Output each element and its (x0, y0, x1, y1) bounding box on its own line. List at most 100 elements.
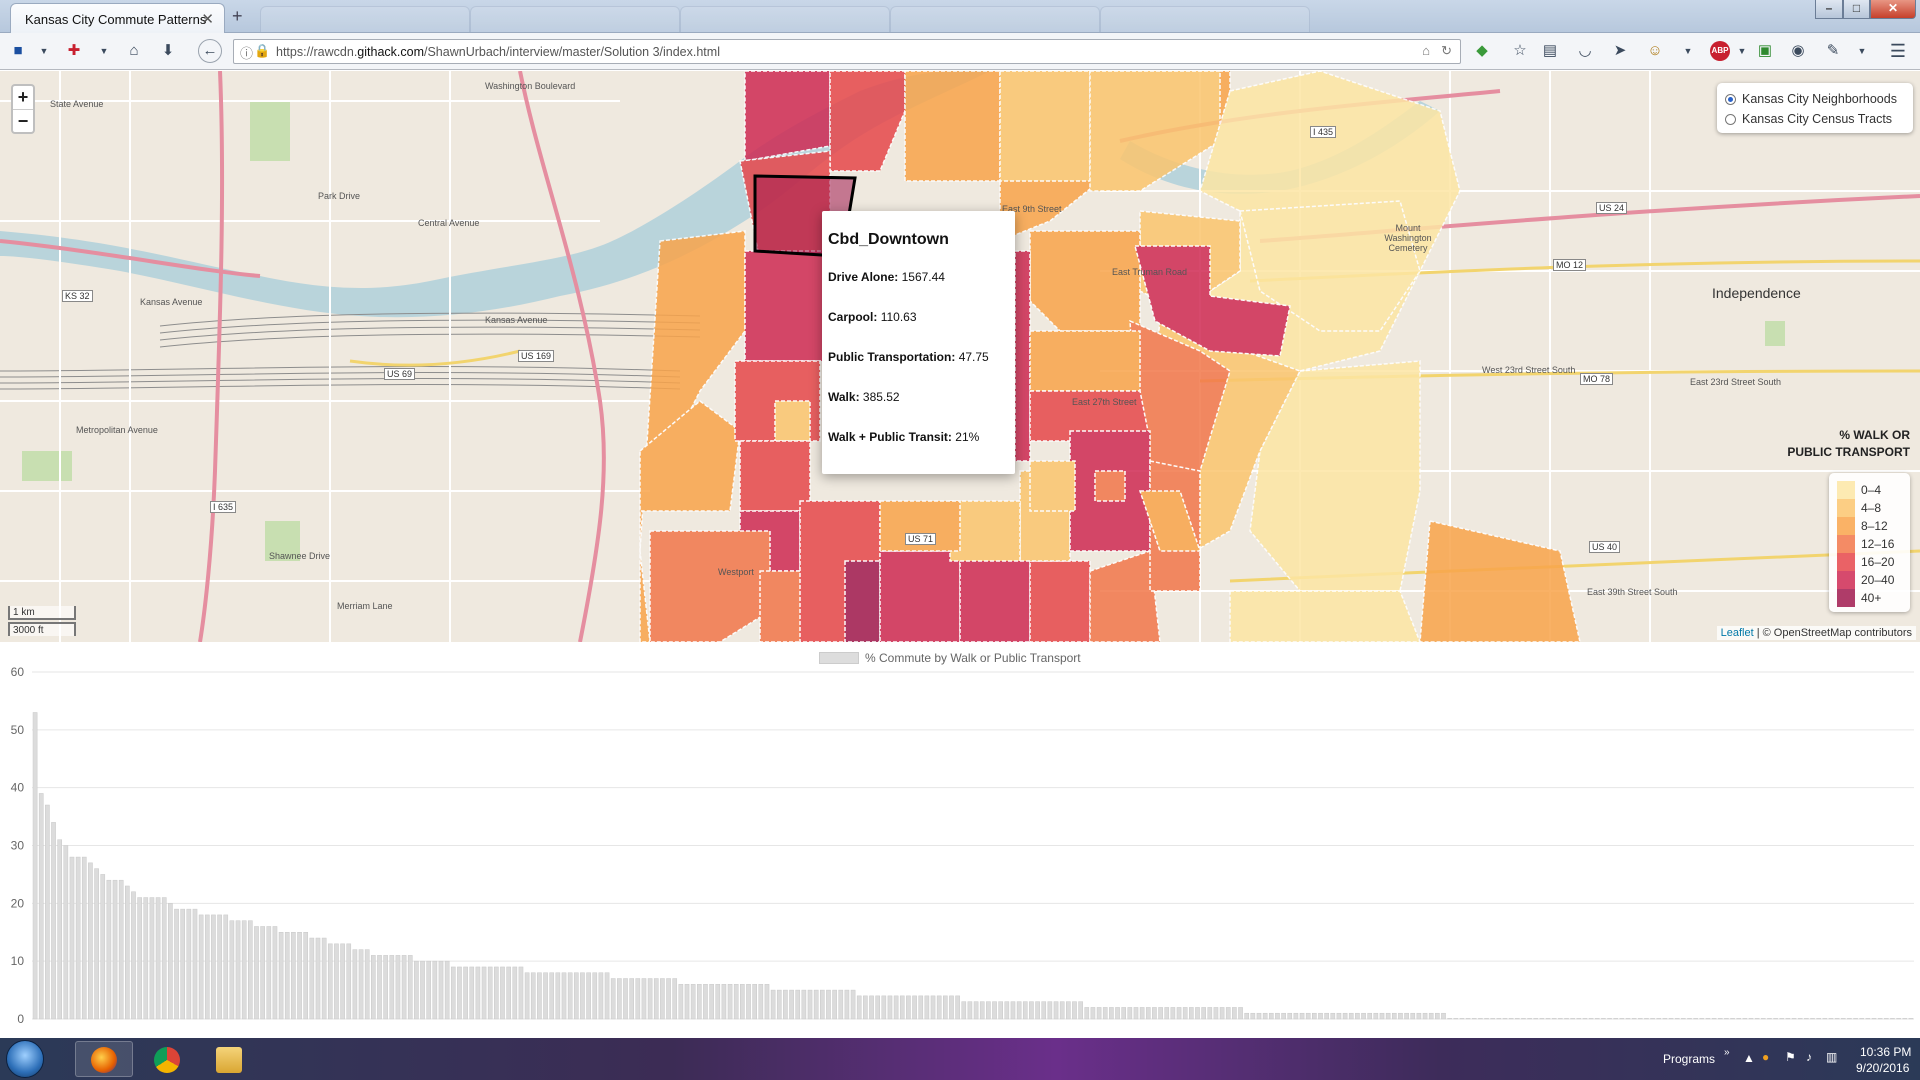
bar[interactable] (887, 995, 893, 1020)
bar[interactable] (278, 932, 284, 1020)
minimize-button[interactable]: – (1815, 0, 1843, 19)
extension-photo-icon[interactable]: ▣ (1755, 41, 1775, 61)
bar[interactable] (1760, 1018, 1766, 1020)
bar[interactable] (168, 903, 173, 1020)
adblock-icon[interactable]: ABP (1710, 41, 1730, 61)
bar[interactable] (1619, 1018, 1625, 1020)
bar[interactable] (807, 989, 813, 1020)
bar[interactable] (1588, 1018, 1594, 1020)
bar[interactable] (1275, 1012, 1280, 1020)
bar[interactable] (1428, 1012, 1434, 1020)
bar[interactable] (1478, 1018, 1483, 1020)
bar[interactable] (1779, 1018, 1785, 1020)
bar[interactable] (783, 989, 788, 1020)
bar[interactable] (481, 966, 487, 1020)
chat-icon[interactable]: ◉ (1788, 41, 1808, 61)
bar[interactable] (1859, 1018, 1865, 1020)
bar[interactable] (1213, 1007, 1219, 1020)
bar[interactable] (1066, 1001, 1071, 1020)
bar[interactable] (617, 978, 622, 1020)
bar[interactable] (143, 897, 149, 1020)
dropdown-arrow-icon[interactable]: ▼ (1852, 41, 1872, 61)
bar[interactable] (1681, 1018, 1686, 1020)
bar[interactable] (100, 874, 106, 1020)
bar[interactable] (1404, 1012, 1409, 1020)
bar[interactable] (346, 943, 352, 1020)
bar[interactable] (875, 995, 880, 1020)
bar[interactable] (297, 932, 302, 1020)
bar[interactable] (303, 932, 309, 1020)
bar[interactable] (826, 989, 831, 1020)
bar[interactable] (672, 978, 678, 1020)
bar[interactable] (856, 995, 862, 1020)
bar[interactable] (1570, 1018, 1575, 1020)
bar[interactable] (758, 984, 764, 1020)
bar[interactable] (260, 926, 265, 1020)
bar[interactable] (604, 972, 610, 1020)
bar[interactable] (500, 966, 505, 1020)
bar[interactable] (1096, 1007, 1102, 1020)
bar[interactable] (1607, 1018, 1612, 1020)
bar[interactable] (1890, 1018, 1895, 1020)
bar[interactable] (1035, 1001, 1040, 1020)
bar[interactable] (450, 966, 456, 1020)
bar[interactable] (1693, 1018, 1698, 1020)
layer-option-neighborhoods[interactable]: Kansas City Neighborhoods (1725, 89, 1905, 109)
bar[interactable] (918, 995, 924, 1020)
back-button[interactable]: ← (198, 39, 222, 63)
bar[interactable] (45, 804, 50, 1020)
bar[interactable] (94, 868, 99, 1020)
bar[interactable] (248, 920, 253, 1020)
bar[interactable] (1115, 1007, 1120, 1020)
bar[interactable] (1305, 1012, 1311, 1020)
bar[interactable] (469, 966, 475, 1020)
bar[interactable] (1127, 1007, 1133, 1020)
bar[interactable] (1767, 1018, 1772, 1020)
bar[interactable] (217, 914, 222, 1020)
bar[interactable] (912, 995, 917, 1020)
bar[interactable] (942, 995, 948, 1020)
bar[interactable] (1810, 1018, 1815, 1020)
bar[interactable] (740, 984, 745, 1020)
radio-selected[interactable] (1725, 93, 1736, 105)
bar[interactable] (1601, 1018, 1606, 1020)
bar[interactable] (1471, 1018, 1477, 1020)
bar[interactable] (1133, 1007, 1139, 1020)
bar[interactable] (1256, 1012, 1262, 1020)
bar[interactable] (1441, 1012, 1446, 1020)
save-icon[interactable]: ■ (8, 41, 28, 61)
radio-unselected[interactable] (1725, 113, 1736, 125)
bar[interactable] (863, 995, 868, 1020)
leaflet-map[interactable]: State Avenue Washington Boulevard Park D… (0, 71, 1920, 642)
bar[interactable] (1047, 1001, 1053, 1020)
maximize-button[interactable]: □ (1843, 0, 1870, 19)
bar[interactable] (1330, 1012, 1336, 1020)
bar[interactable] (161, 897, 167, 1020)
bar[interactable] (684, 984, 690, 1020)
bar[interactable] (801, 989, 807, 1020)
bar[interactable] (998, 1001, 1004, 1020)
bar[interactable] (690, 984, 696, 1020)
bar[interactable] (641, 978, 647, 1020)
bar[interactable] (930, 995, 936, 1020)
dropdown-arrow-icon[interactable]: ▼ (94, 41, 114, 61)
background-tab[interactable] (680, 6, 890, 32)
bar[interactable] (1176, 1007, 1182, 1020)
bookmark-add-icon[interactable]: ✚ (64, 41, 84, 61)
bar[interactable] (1877, 1018, 1883, 1020)
bar[interactable] (733, 984, 739, 1020)
bar[interactable] (1773, 1018, 1778, 1020)
bar[interactable] (1496, 1018, 1502, 1020)
clock-time[interactable]: 10:36 PM (1860, 1045, 1911, 1059)
bar[interactable] (1318, 1012, 1323, 1020)
bar[interactable] (1342, 1012, 1348, 1020)
bar[interactable] (1791, 1018, 1797, 1020)
bar[interactable] (715, 984, 721, 1020)
bar[interactable] (899, 995, 905, 1020)
bar[interactable] (1551, 1018, 1557, 1020)
bar[interactable] (1244, 1012, 1250, 1020)
bar[interactable] (1564, 1018, 1569, 1020)
bar[interactable] (1558, 1018, 1563, 1020)
bar[interactable] (1059, 1001, 1065, 1020)
bar[interactable] (746, 984, 751, 1020)
